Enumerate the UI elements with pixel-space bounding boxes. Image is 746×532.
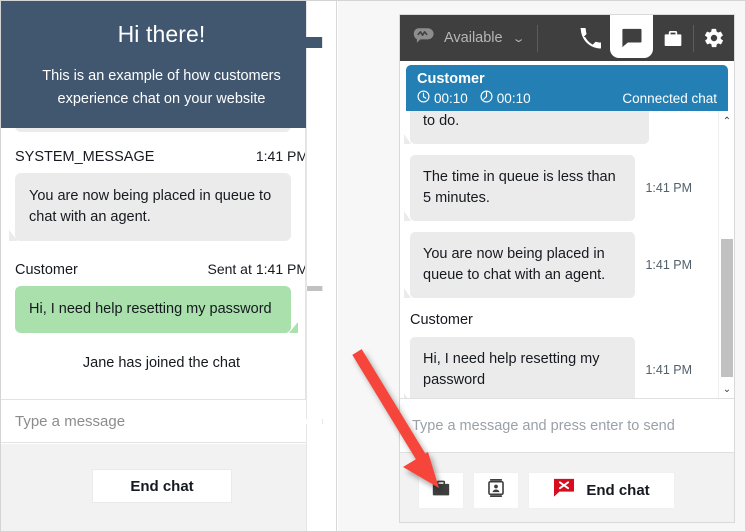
contact-control-panel: Available ⌄ Customer 00:10 00:10 Connect… <box>399 14 735 523</box>
widget-message-list[interactable]: SYSTEM_MESSAGE 1:41 PM You are now being… <box>1 128 322 399</box>
message-author: Customer <box>410 312 473 328</box>
contact-duration-value: 00:10 <box>434 90 468 106</box>
widget-subtitle: This is an example of how customers expe… <box>42 68 281 107</box>
message-meta: SYSTEM_MESSAGE 1:41 PM <box>15 128 308 173</box>
contact-card-icon <box>487 478 505 503</box>
screenshot-root: Hi there! This is an example of how cust… <box>0 0 746 532</box>
agent-action-bar: End chat <box>400 453 734 522</box>
message-time: 1:41 PM <box>645 258 692 272</box>
scroll-up-arrow-icon[interactable]: ⌃ <box>719 113 734 129</box>
system-message-bubble: You are now being placed in queue to cha… <box>403 232 636 298</box>
customer-widget-frame: Hi there! This is an example of how cust… <box>1 1 323 531</box>
quick-connects-tab-icon[interactable] <box>653 15 693 61</box>
agent-desktop-background: Available ⌄ Customer 00:10 00:10 Connect… <box>338 1 745 531</box>
transcript-row: Hi, I need help resetting my password 1:… <box>403 337 692 398</box>
widget-input-placeholder: Type a message <box>15 412 126 430</box>
contact-state-value: 00:10 <box>496 90 531 106</box>
agent-status-selector[interactable]: Available ⌄ <box>400 26 526 50</box>
amazon-connect-logo-icon <box>413 26 435 50</box>
widget-footer: End chat <box>1 444 322 531</box>
stopwatch-icon <box>480 90 493 106</box>
chat-tab-icon[interactable] <box>610 15 653 58</box>
transcript-scrollbar[interactable]: ⌃ ⌄ <box>718 111 734 398</box>
contact-connection-state: Connected chat <box>622 90 717 106</box>
end-chat-label: End chat <box>586 481 650 499</box>
chevron-down-icon: ⌄ <box>511 32 526 45</box>
topbar-divider <box>536 24 538 52</box>
widget-end-chat-button[interactable]: End chat <box>92 469 232 503</box>
message-meta: Customer Sent at 1:41 PM <box>15 241 308 286</box>
transcript-row: The time in queue is less than 5 minutes… <box>403 155 692 221</box>
agent-status-label: Available <box>444 30 503 46</box>
agent-joined-notice: Jane has joined the chat <box>82 355 241 371</box>
ccp-topbar: Available ⌄ <box>400 15 734 61</box>
widget-message-input[interactable]: Type a message <box>1 399 322 443</box>
system-message-bubble: You are now being placed in queue to cha… <box>9 173 291 241</box>
briefcase-icon <box>431 479 451 502</box>
customer-chat-widget: Hi there! This is an example of how cust… <box>1 1 323 531</box>
active-contact-bar[interactable]: Customer 00:10 00:10 Connected chat <box>406 65 728 111</box>
message-time: 1:41 PM <box>255 148 308 164</box>
contact-attributes-button[interactable] <box>473 471 519 509</box>
system-message-bubble: The time in queue is less than 5 minutes… <box>403 155 636 221</box>
customer-message-bubble: Hi, I need help resetting my password <box>15 286 298 333</box>
widget-title: Hi there! <box>117 21 206 47</box>
phone-tab-icon[interactable] <box>570 15 610 61</box>
message-author: SYSTEM_MESSAGE <box>15 149 155 165</box>
settings-gear-icon[interactable] <box>694 15 734 61</box>
agent-input-placeholder: Type a message and press enter to send <box>412 417 675 434</box>
transcript-inner: to do. The time in queue is less than 5 … <box>400 111 702 398</box>
contact-name: Customer <box>417 71 485 87</box>
message-author: Customer <box>15 262 78 278</box>
message-time: 1:41 PM <box>645 181 692 195</box>
contact-state-timer: 00:10 <box>480 90 531 106</box>
end-chat-badge-icon <box>553 478 575 502</box>
widget-header: Hi there! This is an example of how cust… <box>1 1 322 128</box>
end-chat-button[interactable]: End chat <box>528 471 675 509</box>
clipped-bubble-top <box>15 128 291 132</box>
clock-icon <box>417 90 430 106</box>
contact-duration-timer: 00:10 <box>417 90 468 106</box>
page-background-edge <box>306 1 323 531</box>
customer-message-bubble: Hi, I need help resetting my password <box>403 337 636 398</box>
scroll-down-arrow-icon[interactable]: ⌄ <box>719 381 734 397</box>
transcript-row: You are now being placed in queue to cha… <box>403 232 692 298</box>
agent-chat-transcript[interactable]: to do. The time in queue is less than 5 … <box>400 111 734 399</box>
scrollbar-thumb[interactable] <box>721 239 733 377</box>
message-group: SYSTEM_MESSAGE 1:41 PM You are now being… <box>1 128 322 371</box>
clipped-message-bubble: to do. <box>404 111 649 144</box>
message-time: Sent at 1:41 PM <box>207 261 308 277</box>
contact-timers-row: 00:10 00:10 Connected chat <box>417 90 717 106</box>
agent-message-input[interactable]: Type a message and press enter to send <box>400 399 734 453</box>
ccp-tab-icons <box>570 15 734 61</box>
message-time: 1:41 PM <box>645 363 692 377</box>
quick-connects-button[interactable] <box>418 471 464 509</box>
transcript-row: to do. <box>404 111 692 144</box>
panel-gutter <box>323 1 337 531</box>
